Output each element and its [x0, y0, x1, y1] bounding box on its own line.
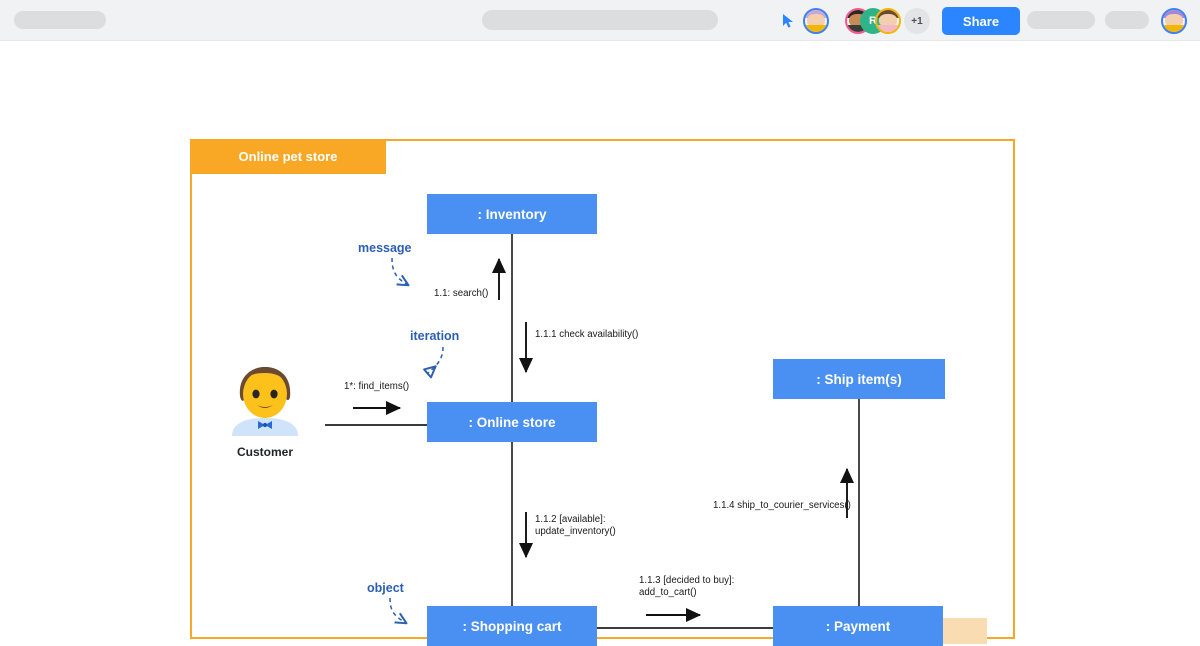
node-online-store[interactable]: : Online store: [427, 402, 597, 442]
leader-message: [391, 257, 410, 287]
annotation-message[interactable]: message: [358, 241, 412, 255]
node-payment[interactable]: : Payment: [773, 606, 943, 646]
message-label-search[interactable]: 1.1: search(): [434, 288, 488, 300]
message-label-find-items[interactable]: 1*: find_items(): [344, 381, 409, 393]
leader-object: [389, 597, 408, 625]
customer-actor-icon[interactable]: [232, 364, 298, 436]
leader-iteration: [423, 346, 444, 379]
node-inventory[interactable]: : Inventory: [427, 194, 597, 234]
annotation-iteration[interactable]: iteration: [410, 329, 459, 343]
actor-label: Customer: [236, 445, 293, 459]
annotation-object[interactable]: object: [367, 581, 404, 595]
node-shopping-cart[interactable]: : Shopping cart: [427, 606, 597, 646]
message-label-ship-to-courier[interactable]: 1.1.4 ship_to_courier_services(): [713, 500, 851, 512]
message-label-add-to-cart[interactable]: 1.1.3 [decided to buy]: add_to_cart(): [639, 575, 734, 600]
message-label-check-availability[interactable]: 1.1.1 check availability(): [535, 329, 638, 341]
message-label-update-inventory[interactable]: 1.1.2 [available]: update_inventory(): [535, 514, 616, 539]
node-ship-items[interactable]: : Ship item(s): [773, 359, 945, 399]
